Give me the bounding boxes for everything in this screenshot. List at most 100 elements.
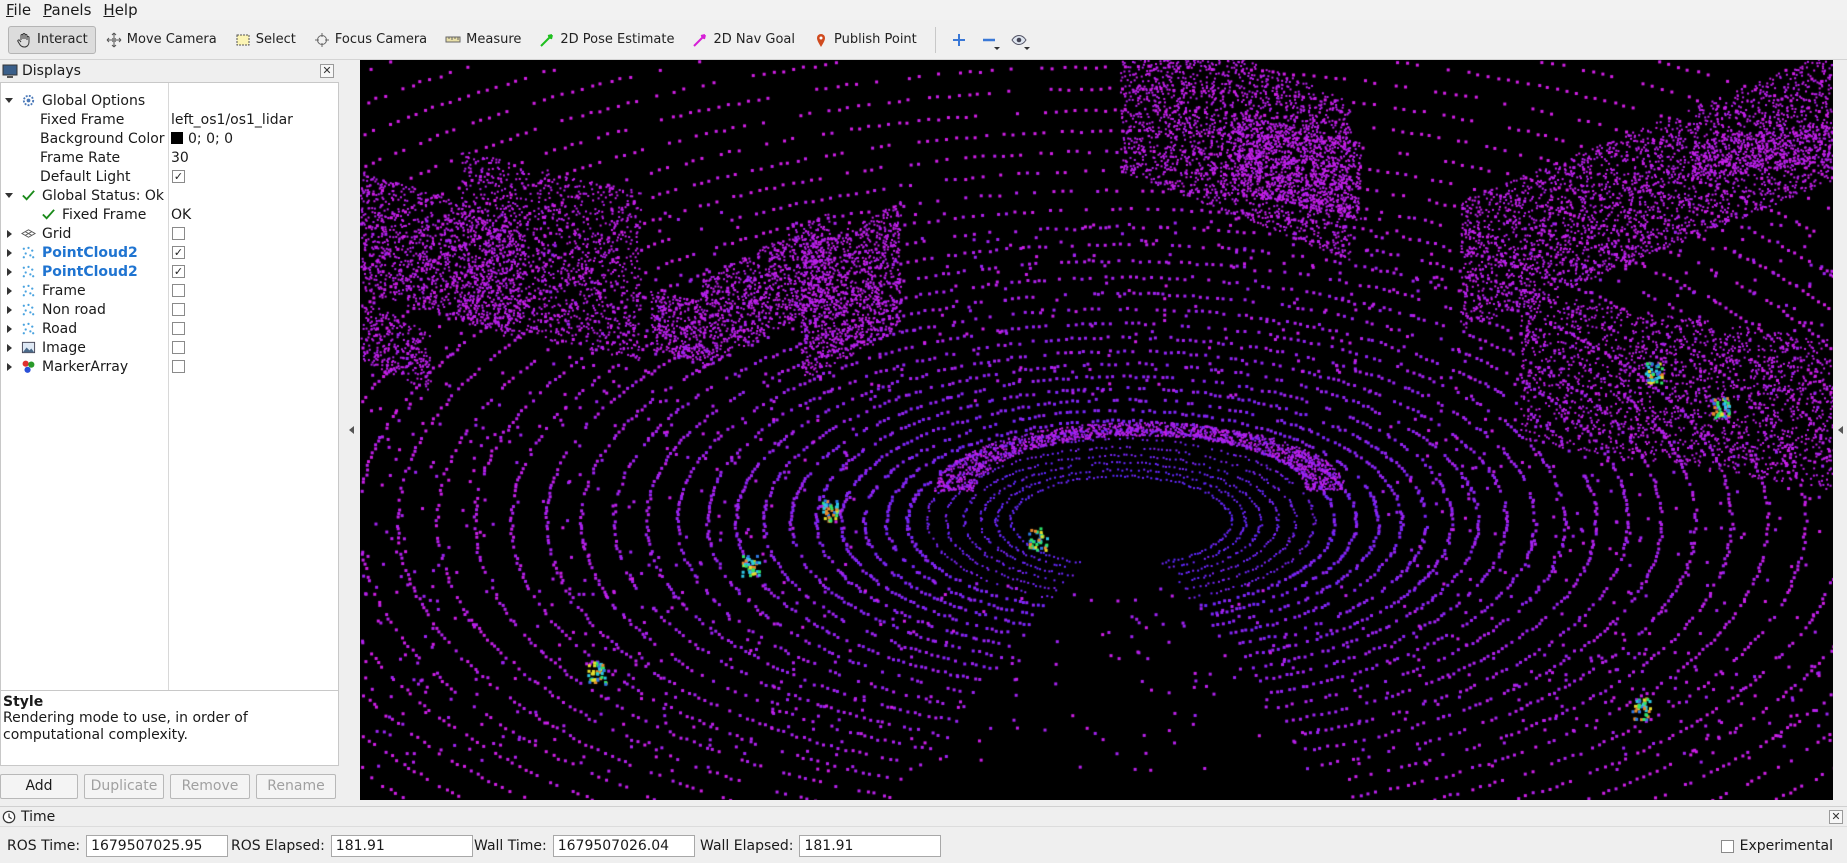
pointcloud2-checkbox[interactable]: ✓ xyxy=(172,246,185,259)
nav-goal-tool-button[interactable]: 2D Nav Goal xyxy=(684,26,803,54)
menu-help[interactable]: Help xyxy=(97,0,143,20)
frame-rate-value[interactable]: 30 xyxy=(171,150,189,166)
view-options-button[interactable] xyxy=(1004,26,1034,54)
remove-tool-button[interactable] xyxy=(974,26,1004,54)
time-panel: Time ✕ ROS Time: 1679507025.95 ROS Elaps… xyxy=(0,806,1847,863)
tree-row-label: Road xyxy=(42,320,78,337)
tree-row-frame[interactable]: Frame xyxy=(1,281,338,300)
background-color-value[interactable]: 0; 0; 0 xyxy=(171,131,233,147)
tree-row-label: Global Status: Ok xyxy=(42,187,165,204)
non-road-checkbox[interactable] xyxy=(172,303,185,316)
close-icon[interactable]: ✕ xyxy=(320,64,334,78)
background-color-text: 0; 0; 0 xyxy=(188,130,234,147)
check-icon xyxy=(40,206,56,222)
tree-row-status-fixed-frame[interactable]: Fixed Frame OK xyxy=(1,205,338,224)
expand-arrow-icon[interactable] xyxy=(5,193,13,198)
fixed-frame-value[interactable]: left_os1/os1_lidar xyxy=(171,112,293,128)
expand-arrow-icon[interactable] xyxy=(7,325,12,333)
tree-row-grid[interactable]: Grid xyxy=(1,224,338,243)
expand-arrow-icon[interactable] xyxy=(7,306,12,314)
experimental-label: Experimental xyxy=(1739,838,1833,854)
expand-arrow-icon[interactable] xyxy=(7,344,12,352)
tree-row-non-road[interactable]: Non road xyxy=(1,300,338,319)
tree-row-marker-array[interactable]: MarkerArray xyxy=(1,357,338,376)
displays-tree: Global Options Fixed Frame left_os1/os1_… xyxy=(0,82,339,741)
menu-file[interactable]: File xyxy=(0,0,37,20)
pointcloud2-checkbox[interactable]: ✓ xyxy=(172,265,185,278)
tree-row-background-color[interactable]: Background Color 0; 0; 0 xyxy=(1,129,338,148)
rviz-window: File Panels Help Interact Move Camera Se… xyxy=(0,0,1847,863)
tree-row-label: Grid xyxy=(42,225,72,242)
ros-time-label: ROS Time: xyxy=(7,838,81,854)
collapse-left-arrow-icon[interactable] xyxy=(349,426,354,434)
remove-display-button[interactable]: Remove xyxy=(170,774,250,799)
expand-arrow-icon[interactable] xyxy=(7,249,12,257)
wall-time-field: Wall Time: 1679507026.04 xyxy=(474,835,695,857)
tree-row-label: Non road xyxy=(42,301,106,318)
tree-row-label: PointCloud2 xyxy=(42,244,138,261)
map-pin-icon xyxy=(813,32,829,48)
default-light-checkbox[interactable]: ✓ xyxy=(172,170,185,183)
select-box-icon xyxy=(235,32,251,48)
tree-row-label: Frame Rate xyxy=(40,149,121,166)
add-tool-button[interactable] xyxy=(944,26,974,54)
experimental-checkbox[interactable] xyxy=(1720,839,1734,853)
ros-elapsed-input[interactable]: 181.91 xyxy=(330,835,473,857)
menu-bar: File Panels Help xyxy=(0,0,1847,20)
duplicate-display-button[interactable]: Duplicate xyxy=(84,774,164,799)
monitor-icon xyxy=(2,64,18,78)
move-camera-label: Move Camera xyxy=(126,32,217,47)
ruler-icon xyxy=(445,32,461,48)
tree-row-fixed-frame[interactable]: Fixed Frame left_os1/os1_lidar xyxy=(1,110,338,129)
tree-row-image[interactable]: Image xyxy=(1,338,338,357)
color-swatch xyxy=(171,131,183,144)
expand-arrow-icon[interactable] xyxy=(7,230,12,238)
grid-checkbox[interactable] xyxy=(172,227,185,240)
select-label: Select xyxy=(255,32,296,47)
road-checkbox[interactable] xyxy=(172,322,185,335)
render-viewport[interactable] xyxy=(360,60,1833,800)
tree-row-pointcloud2[interactable]: PointCloud2 ✓ xyxy=(1,262,338,281)
expand-arrow-icon[interactable] xyxy=(7,268,12,276)
wall-elapsed-input[interactable]: 181.91 xyxy=(799,835,942,857)
marker-array-checkbox[interactable] xyxy=(172,360,185,373)
rename-display-button[interactable]: Rename xyxy=(256,774,336,799)
tree-row-label: Fixed Frame xyxy=(62,206,147,223)
time-panel-header: Time ✕ xyxy=(0,807,1847,827)
ros-time-input[interactable]: 1679507025.95 xyxy=(86,835,229,857)
tree-row-default-light[interactable]: Default Light ✓ xyxy=(1,167,338,186)
expand-arrow-icon[interactable] xyxy=(5,98,13,103)
tree-row-frame-rate[interactable]: Frame Rate 30 xyxy=(1,148,338,167)
wall-time-input[interactable]: 1679507026.04 xyxy=(552,835,695,857)
interact-label: Interact xyxy=(37,32,88,47)
tree-row-global-status[interactable]: Global Status: Ok xyxy=(1,186,338,205)
tree-row-label: Image xyxy=(42,339,86,356)
displays-panel-header: Displays ✕ xyxy=(0,60,339,82)
move-camera-tool-button[interactable]: Move Camera xyxy=(98,26,225,54)
chevron-down-icon xyxy=(993,46,1000,50)
interact-tool-button[interactable]: Interact xyxy=(8,25,96,54)
status-value: OK xyxy=(171,206,192,223)
image-checkbox[interactable] xyxy=(172,341,185,354)
displays-panel: Displays ✕ Global Options Fixed Frame le… xyxy=(0,60,339,802)
focus-camera-tool-button[interactable]: Focus Camera xyxy=(306,26,435,54)
check-icon xyxy=(20,187,36,203)
menu-panels[interactable]: Panels xyxy=(37,0,97,20)
collapse-right-arrow-icon[interactable] xyxy=(1838,426,1843,434)
tree-row-pointcloud2[interactable]: PointCloud2 ✓ xyxy=(1,243,338,262)
measure-tool-button[interactable]: Measure xyxy=(437,26,529,54)
pose-estimate-tool-button[interactable]: 2D Pose Estimate xyxy=(531,26,682,54)
close-icon[interactable]: ✕ xyxy=(1829,810,1843,824)
expand-arrow-icon[interactable] xyxy=(7,363,12,371)
publish-point-tool-button[interactable]: Publish Point xyxy=(805,26,925,54)
tree-row-global-options[interactable]: Global Options xyxy=(1,91,338,110)
frame-checkbox[interactable] xyxy=(172,284,185,297)
select-tool-button[interactable]: Select xyxy=(227,26,304,54)
property-description-title: Style xyxy=(3,694,44,710)
add-display-button[interactable]: Add xyxy=(0,774,78,799)
point-cloud-render[interactable] xyxy=(360,60,1833,800)
publish-point-label: Publish Point xyxy=(834,32,917,47)
experimental-toggle[interactable]: Experimental xyxy=(1720,838,1833,854)
expand-arrow-icon[interactable] xyxy=(7,287,12,295)
tree-row-road[interactable]: Road xyxy=(1,319,338,338)
